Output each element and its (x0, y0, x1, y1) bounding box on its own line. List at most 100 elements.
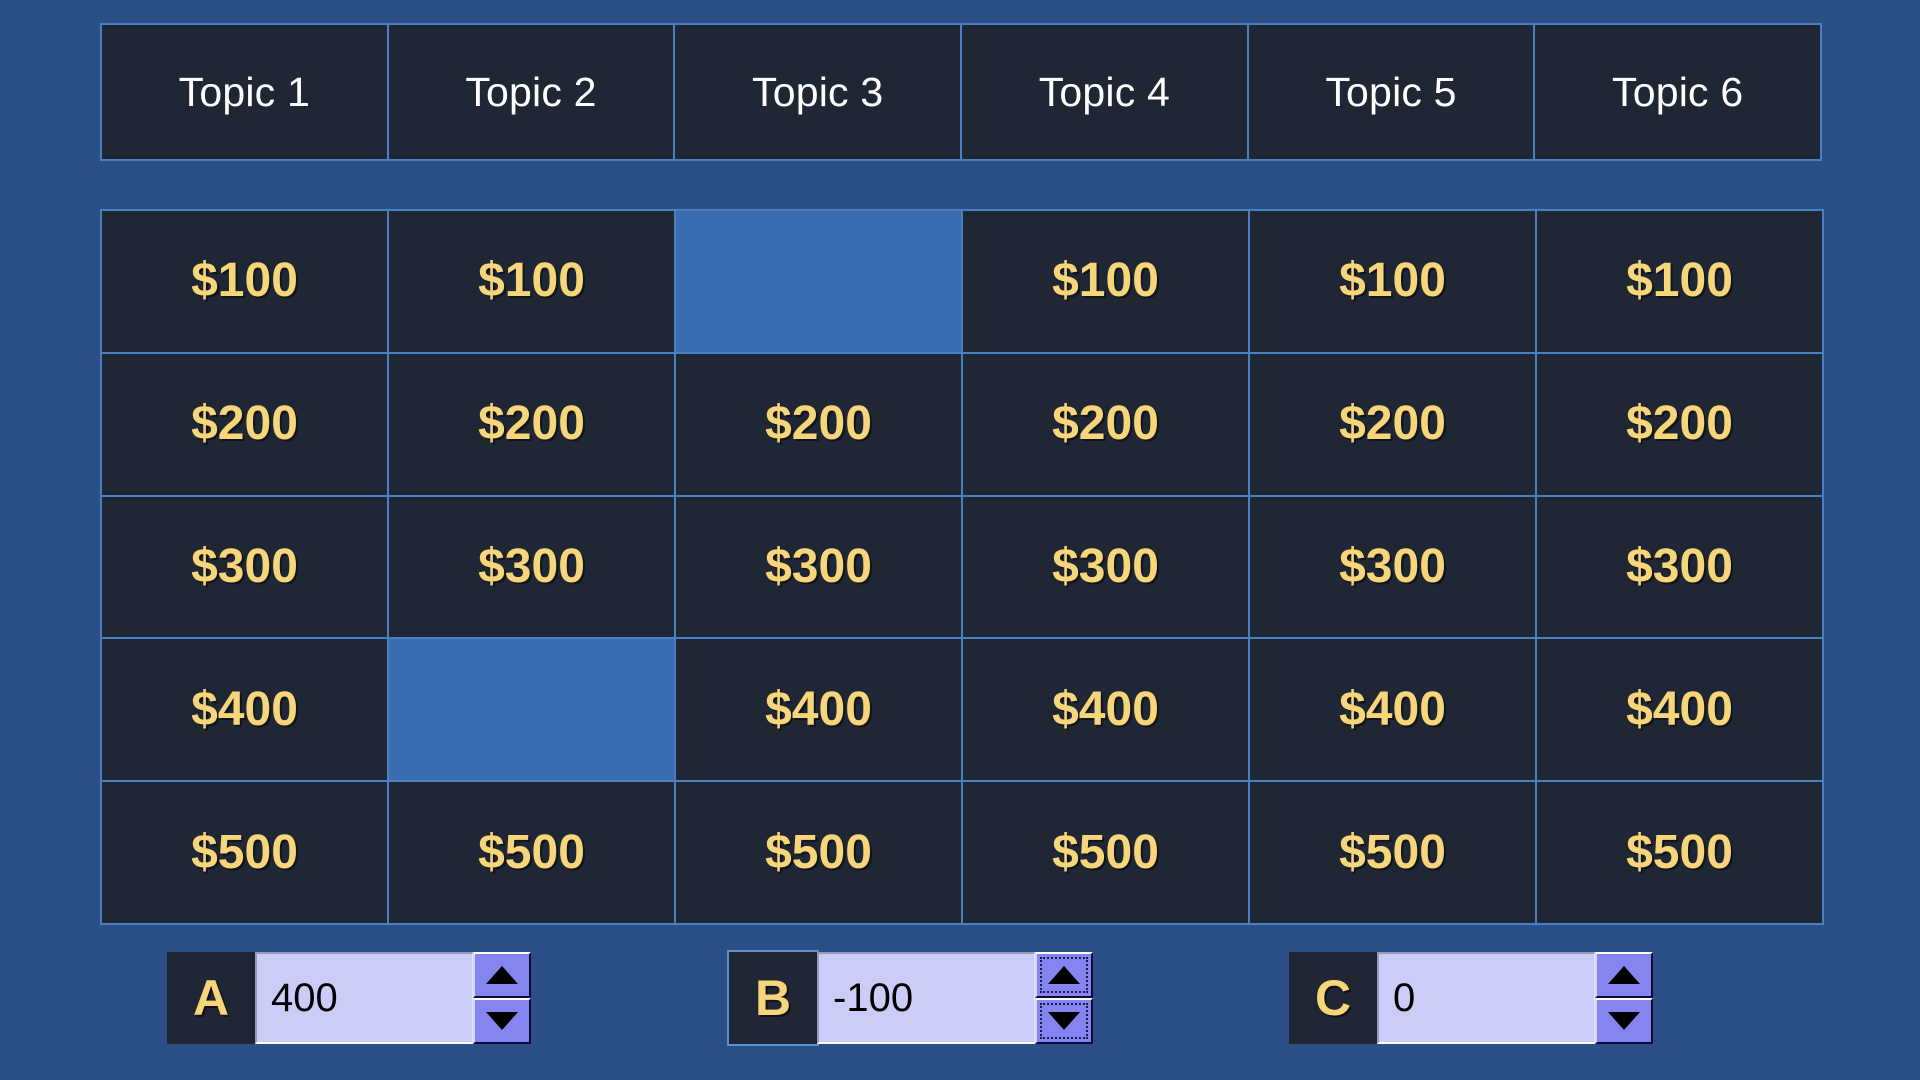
triangle-down-icon (1608, 1012, 1640, 1030)
player-badge-c: C (1289, 952, 1377, 1044)
triangle-up-icon (1608, 966, 1640, 984)
topic-header-cell-2: Topic 2 (386, 23, 676, 161)
value-amount: $100 (191, 254, 298, 308)
value-cell-r5-c4[interactable]: $500 (961, 780, 1250, 925)
value-amount: $200 (765, 397, 872, 451)
value-amount: $300 (1339, 539, 1446, 593)
score-increment-button[interactable] (1035, 952, 1093, 998)
value-cell-r3-c1[interactable]: $300 (100, 494, 389, 640)
value-cell-r1-c1[interactable]: $100 (100, 209, 389, 354)
value-cell-r4-c3[interactable]: $400 (674, 637, 963, 783)
value-amount: $200 (191, 397, 298, 451)
topic-label: Topic 4 (1038, 68, 1170, 115)
value-cell-played-r4-c2 (387, 637, 676, 783)
player-score-spinner-a[interactable]: A 400 (167, 952, 531, 1044)
jeopardy-board: Topic 1 Topic 2 Topic 3 Topic 4 Topic 5 Topic… (0, 0, 1920, 1080)
value-amount: $400 (1339, 682, 1446, 736)
value-cell-r1-c2[interactable]: $100 (387, 209, 676, 354)
value-cell-r2-c3[interactable]: $200 (674, 351, 963, 497)
score-value: 400 (271, 976, 338, 1020)
score-input-b[interactable]: -100 (817, 952, 1035, 1044)
triangle-up-icon (486, 966, 518, 984)
score-stepper-c (1595, 952, 1653, 1044)
value-amount: $200 (1339, 397, 1446, 451)
player-scores-row: A 400 B -100 C 0 (0, 950, 1920, 1052)
value-cell-r2-c6[interactable]: $200 (1535, 351, 1824, 497)
player-letter: A (192, 970, 230, 1026)
value-amount: $300 (1626, 539, 1733, 593)
topic-header-cell-6: Topic 6 (1533, 23, 1823, 161)
value-cell-r4-c6[interactable]: $400 (1535, 637, 1824, 783)
value-amount: $300 (1052, 539, 1159, 593)
value-cell-r1-c6[interactable]: $100 (1535, 209, 1824, 354)
value-amount: $300 (765, 539, 872, 593)
value-grid: $100 $100 $100 $100 $100 $200 $200 $200 $200 $200… (100, 209, 1824, 925)
player-badge-b: B (727, 950, 819, 1046)
value-amount: $100 (1339, 254, 1446, 308)
score-decrement-button[interactable] (473, 998, 531, 1044)
value-amount: $300 (191, 539, 298, 593)
value-cell-r3-c5[interactable]: $300 (1248, 494, 1537, 640)
value-cell-r4-c4[interactable]: $400 (961, 637, 1250, 783)
score-increment-button[interactable] (473, 952, 531, 998)
value-cell-r2-c4[interactable]: $200 (961, 351, 1250, 497)
value-cell-r3-c3[interactable]: $300 (674, 494, 963, 640)
value-cell-r3-c4[interactable]: $300 (961, 494, 1250, 640)
value-cell-r2-c1[interactable]: $200 (100, 351, 389, 497)
value-amount: $200 (1626, 397, 1733, 451)
value-cell-r2-c5[interactable]: $200 (1248, 351, 1537, 497)
score-increment-button[interactable] (1595, 952, 1653, 998)
player-badge-a: A (167, 952, 255, 1044)
value-cell-r5-c2[interactable]: $500 (387, 780, 676, 925)
value-cell-r5-c5[interactable]: $500 (1248, 780, 1537, 925)
topic-label: Topic 6 (1612, 68, 1744, 115)
triangle-down-icon (1048, 1012, 1080, 1030)
topic-header-cell-1: Topic 1 (100, 23, 389, 161)
value-cell-r3-c2[interactable]: $300 (387, 494, 676, 640)
topic-header-cell-3: Topic 3 (673, 23, 963, 161)
topic-header-row: Topic 1 Topic 2 Topic 3 Topic 4 Topic 5 Topic… (100, 23, 1823, 161)
value-amount: $100 (1626, 254, 1733, 308)
player-score-spinner-c[interactable]: C0 (1289, 952, 1653, 1044)
topic-label: Topic 5 (1325, 68, 1457, 115)
value-cell-r4-c5[interactable]: $400 (1248, 637, 1537, 783)
value-cell-r5-c6[interactable]: $500 (1535, 780, 1824, 925)
topic-label: Topic 3 (752, 68, 884, 115)
topic-header-cell-4: Topic 4 (960, 23, 1249, 161)
player-score-spinner-b[interactable]: B -100 (727, 950, 1093, 1046)
value-amount: $500 (191, 825, 298, 879)
topic-header-cell-5: Topic 5 (1246, 23, 1536, 161)
value-amount: $500 (478, 825, 585, 879)
topic-label: Topic 2 (465, 68, 597, 115)
triangle-down-icon (486, 1012, 518, 1030)
value-amount: $100 (478, 254, 585, 308)
value-cell-played-r1-c3 (674, 209, 963, 354)
value-amount: $400 (765, 682, 872, 736)
score-value: 0 (1393, 976, 1416, 1020)
player-letter: C (1314, 970, 1352, 1026)
value-amount: $200 (1052, 397, 1159, 451)
value-amount: $400 (1626, 682, 1733, 736)
score-input-a[interactable]: 400 (255, 952, 473, 1044)
value-cell-r5-c1[interactable]: $500 (100, 780, 389, 925)
value-cell-r4-c1[interactable]: $400 (100, 637, 389, 783)
value-cell-r5-c3[interactable]: $500 (674, 780, 963, 925)
value-amount: $500 (1626, 825, 1733, 879)
value-cell-r3-c6[interactable]: $300 (1535, 494, 1824, 640)
score-value: -100 (833, 976, 914, 1020)
triangle-up-icon (1048, 966, 1080, 984)
score-stepper-b (1035, 952, 1093, 1044)
value-cell-r1-c5[interactable]: $100 (1248, 209, 1537, 354)
value-cell-r2-c2[interactable]: $200 (387, 351, 676, 497)
score-decrement-button[interactable] (1035, 998, 1093, 1044)
value-amount: $300 (478, 539, 585, 593)
value-amount: $400 (191, 682, 298, 736)
score-stepper-a (473, 952, 531, 1044)
topic-label: Topic 1 (178, 68, 310, 115)
score-decrement-button[interactable] (1595, 998, 1653, 1044)
value-cell-r1-c4[interactable]: $100 (961, 209, 1250, 354)
value-amount: $500 (765, 825, 872, 879)
player-letter: B (754, 970, 792, 1026)
score-input-c[interactable]: 0 (1377, 952, 1595, 1044)
value-amount: $100 (1052, 254, 1159, 308)
